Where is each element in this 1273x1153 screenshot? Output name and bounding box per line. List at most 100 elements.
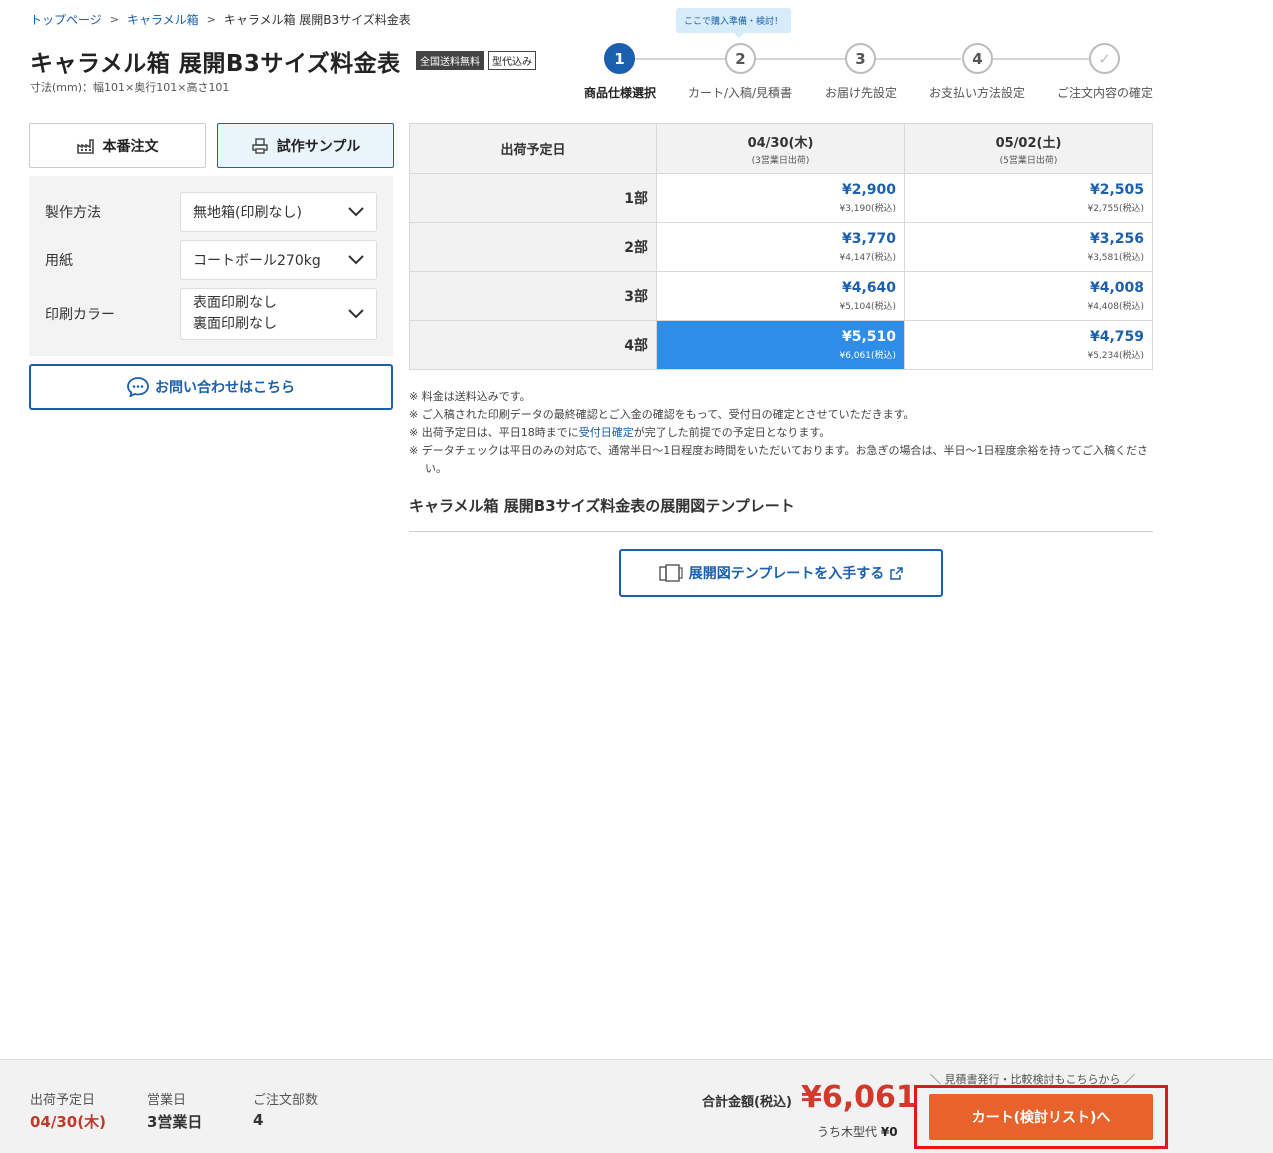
price-cell[interactable]: ¥3,256 ¥3,581(税込) (904, 222, 1153, 272)
paper-label: 用紙 (45, 253, 73, 269)
tab-production-label: 本番注文 (102, 138, 159, 155)
step-2-circle: 2 (725, 43, 756, 74)
price-main: ¥4,759 (1089, 329, 1144, 345)
step-2-label: カート/入稿/見積書 (687, 86, 793, 100)
price-main: ¥3,256 (1089, 231, 1144, 247)
spec-form-panel: 製作方法 無地箱(印刷なし) 用紙 コートボール270kg 印刷カラー 表面印刷… (29, 176, 393, 356)
template-download-button[interactable]: 展開図テンプレートを入手する (619, 549, 943, 597)
printer-icon (252, 137, 268, 154)
factory-icon (76, 138, 94, 154)
divider (409, 531, 1153, 532)
price-tax: ¥3,581(税込) (1087, 253, 1144, 263)
paper-value: コートボール270kg (193, 253, 321, 269)
cart-button-highlight (914, 1085, 1168, 1149)
business-days-label: 営業日 (147, 1093, 187, 1108)
note-item: ※ 料金は送料込みです。 (409, 390, 531, 403)
paper-select[interactable]: コートボール270kg (180, 240, 377, 280)
dimensions-text: 寸法(mm)：幅101×奥行101×高さ101 (30, 81, 230, 94)
breadcrumb-current: キャラメル箱 展開B3サイズ料金表 (223, 13, 411, 27)
step-connector (993, 58, 1089, 60)
price-tax: ¥5,234(税込) (1087, 351, 1144, 361)
col-header-0430: 04/30(木) (3営業日出荷) (656, 123, 905, 174)
price-cell[interactable]: ¥2,900 ¥3,190(税込) (656, 173, 905, 223)
mold-cost-value: ¥0 (880, 1125, 898, 1139)
chevron-down-icon (348, 309, 364, 319)
breadcrumb-home-link[interactable]: トップページ (30, 11, 102, 28)
title-badges: 全国送料無料 型代込み (416, 51, 536, 70)
price-main: ¥4,008 (1089, 280, 1144, 296)
business-days-value: 3営業日 (147, 1113, 203, 1131)
col-header-0502: 05/02(土) (5営業日出荷) (904, 123, 1153, 174)
col-date: 05/02(土) (995, 135, 1062, 151)
color-values: 表面印刷なし 裏面印刷なし (193, 293, 277, 335)
chevron-right-icon: > (206, 13, 216, 26)
price-cell[interactable]: ¥2,505 ¥2,755(税込) (904, 173, 1153, 223)
confirm-date-link[interactable]: 受付日確定 (579, 426, 634, 439)
breadcrumb-category-link[interactable]: キャラメル箱 (127, 11, 199, 28)
qty-cell: 2部 (409, 222, 657, 272)
template-heading: キャラメル箱 展開B3サイズ料金表の展開図テンプレート (409, 497, 795, 515)
tab-sample-order[interactable]: 試作サンプル (217, 123, 394, 168)
quantity-summary: ご注文部数 4 (253, 1089, 318, 1129)
table-row: 4部 ¥5,510 ¥6,061(税込) ¥4,759 ¥5,234(税込) (409, 320, 1153, 370)
note-text: ※ 出荷予定日は、平日18時までに (409, 426, 579, 439)
step-3-label: お届け先設定 (824, 86, 898, 100)
color-value-back: 裏面印刷なし (193, 316, 277, 332)
template-icon (659, 564, 683, 582)
qty-cell: 1部 (409, 173, 657, 223)
ship-date-label: 出荷予定日 (30, 1093, 96, 1108)
tab-production-order[interactable]: 本番注文 (29, 123, 206, 168)
note-item: ※ データチェックは平日のみの対応で、通常半日〜1日程度お時間をいただいておりま… (409, 444, 1148, 475)
quantity-value: 4 (253, 1111, 264, 1129)
price-tax: ¥3,190(税込) (839, 204, 896, 214)
mold-cost: うち木型代 ¥0 (817, 1123, 898, 1140)
col-sub: (5営業日出荷) (999, 155, 1058, 166)
page-title: キャラメル箱 展開B3サイズ料金表 (30, 51, 401, 77)
note-text: が完了した前提での予定日となります。 (633, 426, 831, 439)
step-tooltip: ここで購入準備・検討！ (676, 8, 792, 38)
price-table-header: 出荷予定日 04/30(木) (3営業日出荷) 05/02(土) (5営業日出荷) (409, 123, 1153, 174)
quantity-label: ご注文部数 (253, 1093, 319, 1108)
mold-included-badge: 型代込み (488, 51, 536, 70)
method-select[interactable]: 無地箱(印刷なし) (180, 192, 377, 232)
price-tax: ¥4,147(税込) (839, 253, 896, 263)
price-tax: ¥2,755(税込) (1087, 204, 1144, 214)
step-1-circle: 1 (604, 43, 635, 74)
table-row: 2部 ¥3,770 ¥4,147(税込) ¥3,256 ¥3,581(税込) (409, 222, 1153, 272)
chat-bubble-icon (127, 377, 149, 397)
color-value-front: 表面印刷なし (193, 295, 277, 311)
price-tax: ¥6,061(税込) (839, 351, 896, 361)
step-connector (756, 58, 845, 60)
color-select[interactable]: 表面印刷なし 裏面印刷なし (180, 288, 377, 340)
qty-cell: 3部 (409, 271, 657, 321)
external-link-icon (890, 566, 904, 580)
template-button-label: 展開図テンプレートを入手する (688, 566, 885, 582)
color-row: 印刷カラー 表面印刷なし 裏面印刷なし (45, 288, 377, 340)
method-value: 無地箱(印刷なし) (193, 205, 302, 221)
price-cell[interactable]: ¥4,640 ¥5,104(税込) (656, 271, 905, 321)
step-connector (635, 58, 725, 60)
mold-cost-label: うち木型代 (817, 1125, 878, 1139)
qty-cell: 4部 (409, 320, 657, 370)
chevron-down-icon (348, 255, 364, 265)
method-row: 製作方法 無地箱(印刷なし) (45, 192, 377, 232)
ship-date-summary: 出荷予定日 04/30(木) (30, 1089, 106, 1132)
price-main: ¥5,510 (841, 329, 896, 345)
step-1-label: 商品仕様選択 (583, 86, 657, 100)
chevron-right-icon: > (109, 13, 119, 26)
note-item: ※ ご入稿された印刷データの最終確認とご入金の確認をもって、受付日の確定とさせて… (409, 408, 915, 421)
notes: ※ 料金は送料込みです。 ※ ご入稿された印刷データの最終確認とご入金の確認をも… (409, 388, 1153, 478)
ship-date-value: 04/30(木) (30, 1113, 106, 1131)
price-cell-selected[interactable]: ¥5,510 ¥6,061(税込) (656, 320, 905, 370)
price-main: ¥4,640 (841, 280, 896, 296)
price-table: 出荷予定日 04/30(木) (3営業日出荷) 05/02(土) (5営業日出荷) … (409, 123, 1153, 370)
price-cell[interactable]: ¥4,008 ¥4,408(税込) (904, 271, 1153, 321)
contact-button-label: お問い合わせはこちら (155, 380, 295, 396)
step-4-circle: 4 (962, 43, 993, 74)
price-cell[interactable]: ¥4,759 ¥5,234(税込) (904, 320, 1153, 370)
step-4-label: お支払い方法設定 (928, 86, 1026, 100)
color-label: 印刷カラー (45, 307, 115, 323)
step-5-label: ご注文内容の確定 (1056, 86, 1154, 100)
contact-button[interactable]: お問い合わせはこちら (29, 364, 393, 410)
price-cell[interactable]: ¥3,770 ¥4,147(税込) (656, 222, 905, 272)
